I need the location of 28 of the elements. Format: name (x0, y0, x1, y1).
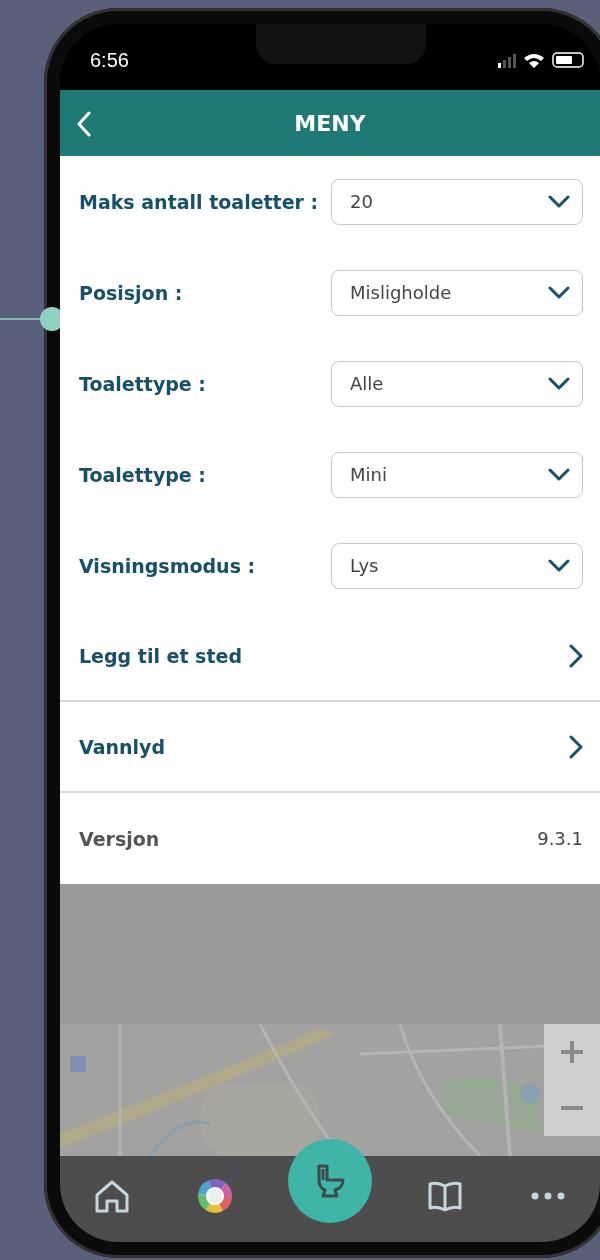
setting-label: Posisjon : (79, 281, 183, 304)
plus-icon (559, 1039, 585, 1065)
version-number: 9.3.1 (537, 828, 583, 849)
wifi-icon (524, 52, 544, 68)
chevron-down-icon (548, 194, 570, 209)
setting-label: Visningsmodus : (79, 554, 256, 577)
signal-icon (498, 52, 516, 68)
setting-label: Maks antall toaletter : (79, 190, 319, 213)
chevron-down-icon (548, 467, 570, 482)
menu-link[interactable]: Vannlyd (79, 702, 583, 791)
setting-label: Toalettype : (79, 463, 206, 486)
chevron-right-icon (569, 643, 583, 668)
setting-label: Toalettype : (79, 372, 206, 395)
chevron-right-icon (569, 734, 583, 759)
chevron-down-icon (548, 285, 570, 300)
menu-link[interactable]: Legg til et sted (79, 611, 583, 700)
minus-icon (559, 1105, 585, 1111)
dropdown-field[interactable]: 20 (331, 178, 583, 225)
header-title: MENY (294, 110, 366, 136)
dropdown-field[interactable]: Misligholde (331, 269, 583, 316)
chevron-down-icon (548, 558, 570, 573)
dropdown-field[interactable]: Lys (331, 542, 583, 589)
setting-label: Versjon (79, 827, 160, 850)
dropdown-field[interactable]: Alle (331, 360, 583, 407)
battery-icon (552, 52, 584, 68)
chevron-down-icon (548, 376, 570, 391)
dropdown-field[interactable]: Mini (331, 451, 583, 498)
status-time: 6:56 (90, 48, 129, 72)
